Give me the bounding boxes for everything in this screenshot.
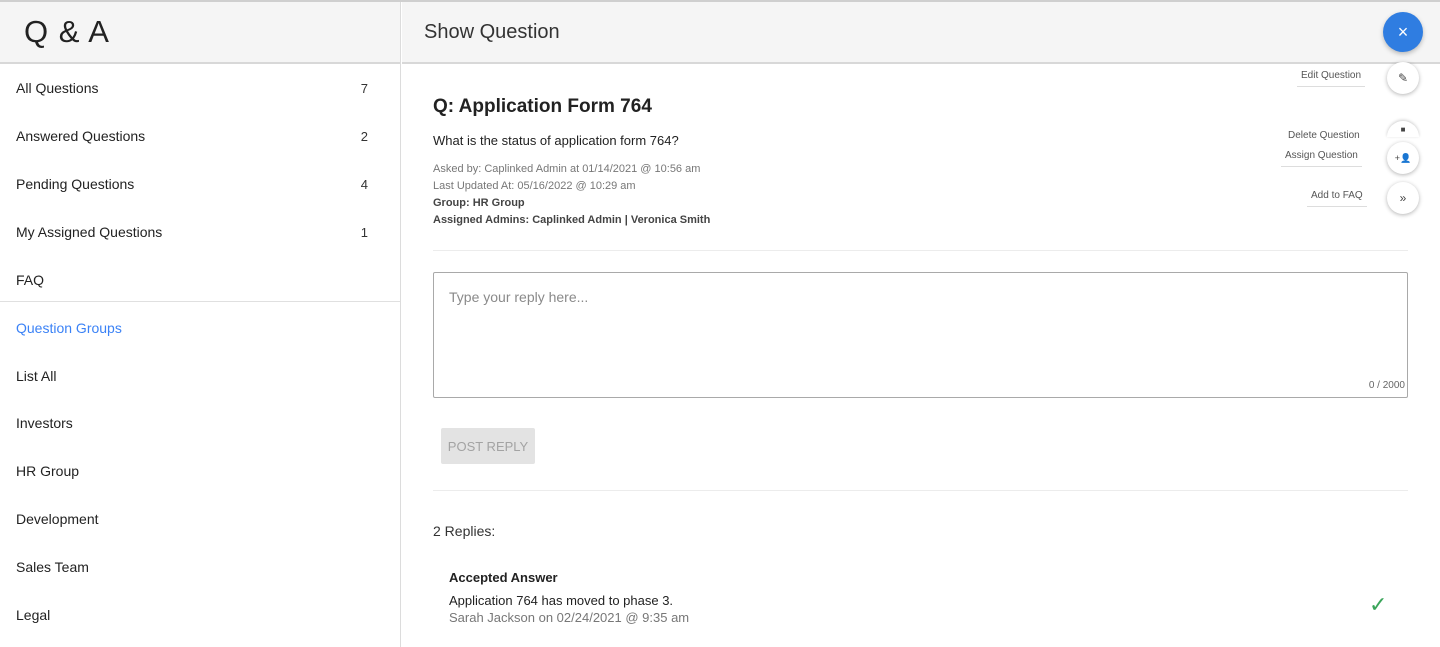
assign-question-action: Assign Question: [1281, 150, 1376, 167]
sidebar-item-my-assigned-questions[interactable]: My Assigned Questions 1: [0, 208, 400, 256]
post-reply-button[interactable]: POST REPLY: [441, 428, 535, 464]
sidebar-item-legal[interactable]: Legal: [0, 591, 400, 639]
sidebar-item-count: 7: [360, 80, 368, 96]
trash-icon: ■: [1400, 124, 1406, 134]
pencil-icon: ✎: [1397, 71, 1409, 85]
sidebar-item-sales-team[interactable]: Sales Team: [0, 543, 400, 591]
sidebar-item-label: HR Group: [16, 463, 80, 479]
sidebar-item-pending-questions[interactable]: Pending Questions 4: [0, 160, 400, 208]
delete-question-action: Delete Question: [1284, 130, 1378, 146]
close-button[interactable]: ×: [1383, 12, 1423, 52]
delete-question-button[interactable]: ■: [1387, 121, 1419, 137]
app-title: Q & A: [24, 14, 110, 49]
question-title: Q: Application Form 764: [433, 96, 652, 117]
main-panel: Show Question × Q: Application Form 764 …: [402, 2, 1440, 647]
sidebar-item-label: Sales Team: [16, 559, 89, 575]
delete-question-label: Delete Question: [1288, 130, 1360, 141]
add-to-faq-label: Add to FAQ: [1307, 190, 1367, 207]
reply-input[interactable]: [434, 273, 1407, 397]
sidebar-item-label: Legal: [16, 607, 51, 623]
edit-question-action: Edit Question: [1297, 70, 1379, 87]
assign-question-label: Assign Question: [1281, 150, 1362, 167]
close-icon: ×: [1397, 21, 1409, 42]
app-window: Q & A All Questions 7 Answered Questions…: [0, 0, 1440, 647]
sidebar-item-label: Investors: [16, 415, 73, 431]
sidebar-item-label: Question Groups: [16, 320, 122, 336]
sidebar-item-development[interactable]: Development: [0, 495, 400, 543]
add-to-faq-button[interactable]: »: [1387, 182, 1419, 214]
accepted-answer-meta: Sarah Jackson on 02/24/2021 @ 9:35 am: [449, 610, 690, 625]
sidebar-item-investors[interactable]: Investors: [0, 399, 400, 447]
sidebar-item-label: Pending Questions: [16, 176, 135, 192]
reply-field[interactable]: 0 / 2000: [433, 272, 1408, 398]
sidebar-item-list-all[interactable]: List All: [0, 352, 400, 400]
add-user-icon: +👤: [1394, 152, 1412, 163]
question-group: Group: HR Group: [433, 197, 525, 209]
edit-question-label: Edit Question: [1297, 70, 1366, 87]
sidebar-item-faq[interactable]: FAQ: [0, 256, 400, 304]
replies-count: 2 Replies:: [433, 523, 496, 539]
page-title: Show Question: [424, 20, 560, 43]
forward-icon: »: [1399, 191, 1407, 205]
sidebar-item-label: Answered Questions: [16, 128, 146, 144]
sidebar-divider: [0, 301, 400, 302]
sidebar-header: Q & A: [0, 2, 400, 64]
sidebar-item-answered-questions[interactable]: Answered Questions 2: [0, 112, 400, 160]
reply-char-counter: 0 / 2000: [1368, 380, 1405, 391]
question-asked-by: Asked by: Caplinked Admin at 01/14/2021 …: [433, 163, 701, 175]
accepted-answer-text: Application 764 has moved to phase 3.: [449, 593, 674, 608]
edit-question-button[interactable]: ✎: [1387, 62, 1419, 94]
question-last-updated: Last Updated At: 05/16/2022 @ 10:29 am: [433, 180, 636, 192]
sidebar-item-label: My Assigned Questions: [16, 224, 163, 240]
main-header: Show Question: [402, 2, 1440, 64]
sidebar-item-count: 4: [360, 176, 368, 192]
sidebar-item-label: List All: [16, 368, 57, 384]
divider: [433, 250, 1408, 251]
check-icon: ✓: [1369, 592, 1388, 617]
sidebar-item-count: 2: [360, 128, 368, 144]
sidebar-item-hr-group[interactable]: HR Group: [0, 447, 400, 495]
assign-question-button[interactable]: +👤: [1387, 142, 1419, 174]
sidebar-item-all-questions[interactable]: All Questions 7: [0, 64, 400, 112]
sidebar-item-label: All Questions: [16, 80, 99, 96]
sidebar-item-label: Development: [16, 511, 99, 527]
question-assigned-admins: Assigned Admins: Caplinked Admin | Veron…: [433, 214, 711, 226]
question-body: What is the status of application form 7…: [433, 133, 679, 148]
add-to-faq-action: Add to FAQ: [1307, 190, 1381, 207]
sidebar-item-count: 1: [360, 224, 368, 240]
sidebar-item-label: FAQ: [16, 272, 45, 288]
accepted-answer-heading: Accepted Answer: [449, 570, 558, 585]
divider: [433, 490, 1408, 491]
sidebar-item-question-groups[interactable]: Question Groups: [0, 304, 400, 352]
sidebar: Q & A All Questions 7 Answered Questions…: [0, 2, 401, 647]
